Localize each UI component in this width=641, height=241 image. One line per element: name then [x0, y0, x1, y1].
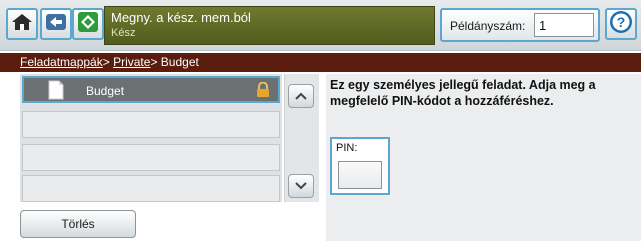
back-arrow-icon	[45, 12, 67, 37]
lock-icon	[256, 81, 270, 103]
list-item-budget[interactable]: Budget	[22, 76, 280, 103]
info-panel: Ez egy személyes jellegű feladat. Adja m…	[326, 74, 641, 241]
svg-text:?: ?	[617, 14, 626, 30]
copies-label: Példányszám:	[450, 19, 526, 33]
copies-input[interactable]: 1	[534, 13, 594, 37]
home-button[interactable]	[6, 8, 38, 40]
start-button[interactable]	[72, 8, 104, 40]
pin-label: PIN:	[336, 142, 358, 154]
delete-button[interactable]: Törlés	[20, 210, 136, 238]
home-icon	[11, 12, 33, 37]
chevron-down-icon	[295, 177, 307, 195]
start-icon	[77, 11, 99, 38]
scroll-down-button[interactable]	[288, 174, 314, 198]
copies-control[interactable]: Példányszám: 1	[440, 8, 600, 42]
breadcrumb-link-private[interactable]: Private	[113, 55, 150, 69]
chevron-up-icon	[295, 87, 307, 105]
help-icon: ?	[609, 10, 633, 39]
pin-required-message: Ez egy személyes jellegű feladat. Adja m…	[330, 78, 596, 108]
status-state: Kész	[111, 27, 136, 39]
list-item[interactable]	[22, 111, 280, 138]
breadcrumb-separator: >	[150, 55, 158, 69]
back-button[interactable]	[40, 8, 72, 40]
list-scrollbar[interactable]	[284, 74, 319, 202]
list-item-label: Budget	[86, 84, 125, 98]
top-bar: Megny. a kész. mem.ból Kész Példányszám:…	[0, 0, 641, 51]
document-icon	[48, 80, 64, 105]
pin-input[interactable]	[338, 161, 382, 189]
status-display: Megny. a kész. mem.ból Kész	[104, 6, 435, 45]
status-title: Megny. a kész. mem.ból	[111, 10, 251, 25]
pin-field-group[interactable]: PIN:	[330, 137, 390, 195]
job-list: Budget	[20, 74, 282, 202]
breadcrumb: Feladatmappák> Private> Budget	[0, 53, 641, 72]
scroll-up-button[interactable]	[288, 84, 314, 108]
breadcrumb-separator: >	[102, 55, 110, 69]
list-item[interactable]	[22, 175, 280, 202]
help-button[interactable]: ?	[605, 8, 637, 40]
breadcrumb-current: Budget	[160, 55, 199, 69]
list-item[interactable]	[22, 144, 280, 171]
breadcrumb-link-folders[interactable]: Feladatmappák	[20, 55, 103, 69]
